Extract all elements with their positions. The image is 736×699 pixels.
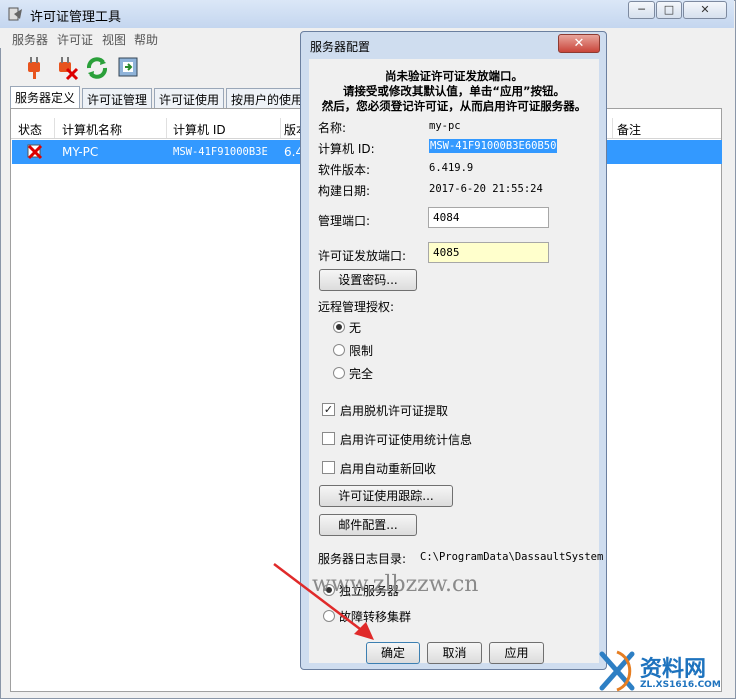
window-title: 许可证管理工具 [30,10,122,25]
notice-line: 然后，您必须登记许可证，从而启用许可证服务器。 [321,99,587,113]
remote-limited-label: 限制 [349,344,374,358]
menu-server[interactable]: 服务器 [12,31,48,48]
row-computer-id: MSW-41F91000B3E [173,146,268,158]
col-computer-id[interactable]: 计算机 ID [173,121,226,138]
logo-subtext: ZL.XS1616.COM [640,680,721,690]
remote-limited-radio[interactable] [333,344,345,356]
build-date-label: 构建日期: [318,184,371,198]
col-status[interactable]: 状态 [18,121,42,138]
remote-admin-label: 远程管理授权: [318,300,395,314]
col-notes[interactable]: 备注 [617,121,641,138]
tab-license-management[interactable]: 许可证管理 [82,88,152,108]
dialog-close-button[interactable]: ✕ [558,34,600,53]
menu-license[interactable]: 许可证 [57,31,93,48]
notice-line: 请接受或修改其默认值，单击“应用”按钮。 [342,84,566,98]
license-port-input[interactable]: 4085 [428,242,549,263]
close-button[interactable]: ✕ [683,1,727,19]
admin-port-label: 管理端口: [318,214,371,228]
offline-license-label: 启用脱机许可证提取 [340,404,449,418]
remote-full-label: 完全 [349,367,374,381]
name-label: 名称: [318,121,347,135]
build-date-value: 2017-6-20 21:55:24 [429,183,543,195]
name-value: my-pc [429,120,461,132]
mail-config-button[interactable]: 邮件配置... [319,514,417,536]
red-arrow-icon [273,563,374,640]
usage-stats-checkbox[interactable] [322,432,335,445]
software-version-label: 软件版本: [318,163,371,177]
minimize-button[interactable]: ─ [628,1,655,19]
ok-button[interactable]: 确定 [366,642,420,664]
tab-usage-by-user[interactable]: 按用户的使用 [226,88,304,108]
logo-text: 资料网 [640,657,707,682]
license-port-label: 许可证发放端口: [318,249,407,263]
offline-license-checkbox[interactable]: ✓ [322,403,335,416]
col-separator [54,118,55,138]
tab-server-definition[interactable]: 服务器定义 [10,86,80,109]
set-password-button[interactable]: 设置密码... [319,269,417,291]
remote-none-radio[interactable] [333,321,345,333]
remote-none-label: 无 [349,321,362,335]
menu-help[interactable]: 帮助 [134,31,158,48]
col-computer-name[interactable]: 计算机名称 [62,121,122,138]
cancel-button[interactable]: 取消 [427,642,482,664]
col-separator [166,118,167,138]
refresh-icon[interactable] [84,55,110,81]
apply-button[interactable]: 应用 [489,642,544,664]
col-separator [280,118,281,138]
dialog-title: 服务器配置 [310,40,371,54]
auto-recycle-label: 启用自动重新回收 [340,462,437,476]
admin-port-input[interactable]: 4084 [428,207,549,228]
remote-full-radio[interactable] [333,367,345,379]
log-dir-value: C:\ProgramData\DassaultSystem [420,551,604,563]
software-version-value: 6.419.9 [429,162,474,174]
tab-license-usage[interactable]: 许可证使用 [154,88,224,108]
row-computer-name: MY-PC [62,145,99,159]
auto-recycle-checkbox[interactable] [322,461,335,474]
app-icon [8,7,22,21]
computer-id-value[interactable]: MSW-41F91000B3E60B50 [429,139,558,153]
plug-disconnect-icon[interactable] [53,55,79,81]
col-separator [612,118,613,138]
computer-id-label: 计算机 ID: [318,142,375,156]
plug-connect-icon[interactable] [22,55,48,81]
usage-stats-label: 启用许可证使用统计信息 [340,433,473,447]
export-icon[interactable] [115,55,141,81]
license-tracking-button[interactable]: 许可证使用跟踪... [319,485,453,507]
server-stopped-icon [27,144,43,160]
notice-line: 尚未验证许可证发放端口。 [385,69,523,83]
maximize-button[interactable]: □ [656,1,682,19]
logo-icon [599,650,635,692]
menu-view[interactable]: 视图 [102,31,126,48]
